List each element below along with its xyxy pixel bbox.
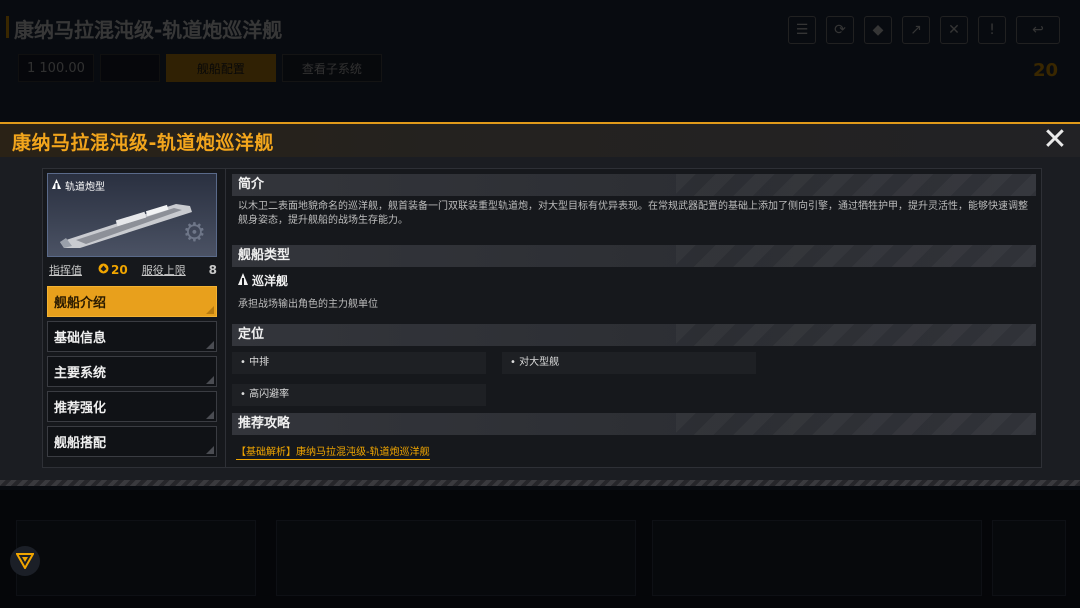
section-type-title: 舰船类型 [232, 245, 1036, 267]
position-tag: • 对大型舰 [502, 352, 756, 374]
strategy-link[interactable]: 【基础解析】康纳马拉混沌级-轨道炮巡洋舰 [236, 443, 430, 460]
dialog-title: 康纳马拉混沌级-轨道炮巡洋舰 [12, 132, 274, 154]
nav-item-ship-combos[interactable]: 舰船搭配 [47, 426, 217, 457]
ship-card-type: 轨道炮型 [52, 178, 105, 193]
dialog-body: 轨道炮型 ⚙ 指挥值 20 服役上限 8 舰船介绍 基础信息 主要系统 推荐强化… [42, 168, 1042, 468]
dialog-footer-stripe [0, 480, 1080, 486]
nav-item-main-systems[interactable]: 主要系统 [47, 356, 217, 387]
ship-info-dialog: 康纳马拉混沌级-轨道炮巡洋舰 ✕ 轨道炮型 ⚙ 指挥值 20 服役上限 8 舰船… [0, 122, 1080, 486]
position-tag: • 高闪避率 [232, 384, 486, 406]
cruiser-icon [238, 273, 248, 288]
left-column: 轨道炮型 ⚙ 指挥值 20 服役上限 8 舰船介绍 基础信息 主要系统 推荐强化… [47, 173, 219, 457]
content-panel: 简介 以木卫二表面地貌命名的巡洋舰，舰首装备一门双联装重型轨道炮，对大型目标有优… [225, 169, 1041, 467]
close-icon[interactable]: ✕ [1042, 125, 1068, 155]
command-points-icon [98, 263, 109, 277]
intro-text: 以木卫二表面地貌命名的巡洋舰，舰首装备一门双联装重型轨道炮，对大型目标有优异表现… [238, 201, 1028, 226]
service-limit-label[interactable]: 服役上限 [142, 262, 186, 278]
ship-type-desc: 承担战场输出角色的主力舰单位 [238, 299, 378, 310]
ship-image [60, 204, 192, 248]
nav-list: 舰船介绍 基础信息 主要系统 推荐强化 舰船搭配 [47, 286, 219, 457]
ship-type: 巡洋舰 [238, 272, 288, 289]
nav-item-basic-info[interactable]: 基础信息 [47, 321, 217, 352]
ship-card[interactable]: 轨道炮型 ⚙ [47, 173, 217, 257]
gear-icon: ⚙ [182, 218, 206, 248]
command-value: 20 [111, 263, 128, 277]
position-tag: • 中排 [232, 352, 486, 374]
command-value-group: 20 [98, 263, 128, 277]
section-intro-title: 简介 [232, 174, 1036, 196]
nav-item-recommended-upgrades[interactable]: 推荐强化 [47, 391, 217, 422]
ship-card-type-label: 轨道炮型 [65, 182, 105, 193]
ship-type-name: 巡洋舰 [252, 274, 289, 288]
section-position-title: 定位 [232, 324, 1036, 346]
triangle-menu-icon[interactable] [10, 546, 40, 576]
dialog-header: 康纳马拉混沌级-轨道炮巡洋舰 ✕ [0, 124, 1080, 157]
section-strategy-title: 推荐攻略 [232, 413, 1036, 435]
service-limit-value: 8 [208, 263, 217, 277]
command-label[interactable]: 指挥值 [49, 262, 82, 278]
nav-item-ship-intro[interactable]: 舰船介绍 [47, 286, 217, 317]
ship-stats-row: 指挥值 20 服役上限 8 [47, 260, 219, 280]
cruiser-icon [52, 179, 61, 192]
